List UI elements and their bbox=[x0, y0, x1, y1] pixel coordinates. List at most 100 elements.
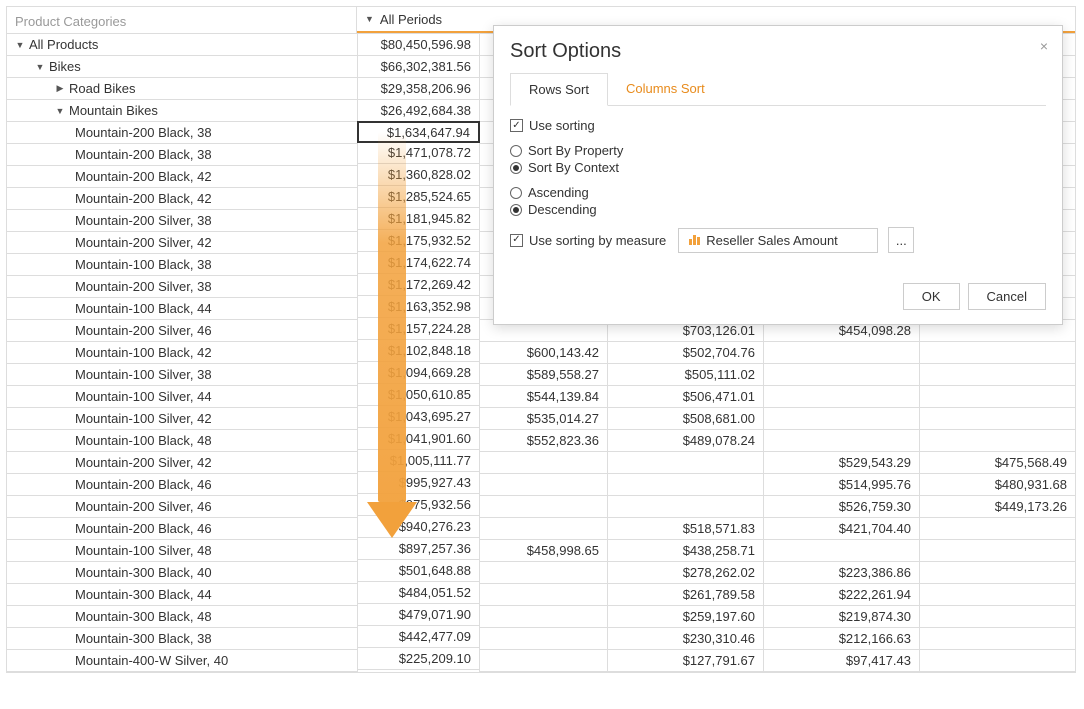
data-cell[interactable]: $480,931.68 bbox=[920, 474, 1075, 496]
data-cell[interactable] bbox=[480, 452, 607, 474]
data-cell[interactable]: $505,111.02 bbox=[608, 364, 763, 386]
data-cell[interactable] bbox=[480, 474, 607, 496]
data-cell[interactable] bbox=[480, 628, 607, 650]
data-cell[interactable]: $518,571.83 bbox=[608, 518, 763, 540]
data-cell[interactable]: $940,276.23 bbox=[358, 516, 479, 538]
chevron-down-icon[interactable]: ▼ bbox=[35, 62, 45, 72]
data-cell[interactable] bbox=[480, 496, 607, 518]
data-cell[interactable]: $489,078.24 bbox=[608, 430, 763, 452]
data-cell[interactable]: $502,704.76 bbox=[608, 342, 763, 364]
data-cell[interactable]: $26,492,684.38 bbox=[358, 100, 479, 122]
use-sorting-checkbox[interactable]: ✓ bbox=[510, 119, 523, 132]
data-cell[interactable]: $66,302,381.56 bbox=[358, 56, 479, 78]
data-cell[interactable]: $600,143.42 bbox=[480, 342, 607, 364]
row-header[interactable]: Mountain-100 Black, 48 bbox=[7, 430, 357, 452]
row-header[interactable]: Mountain-200 Black, 38 bbox=[7, 144, 357, 166]
row-header[interactable]: Mountain-100 Silver, 48 bbox=[7, 540, 357, 562]
chevron-down-icon[interactable]: ▼ bbox=[15, 40, 25, 50]
row-header[interactable]: Mountain-200 Silver, 42 bbox=[7, 232, 357, 254]
row-header[interactable]: Mountain-300 Black, 38 bbox=[7, 628, 357, 650]
data-cell[interactable] bbox=[480, 606, 607, 628]
data-cell[interactable]: $1,285,524.65 bbox=[358, 186, 479, 208]
row-header[interactable]: Mountain-100 Silver, 42 bbox=[7, 408, 357, 430]
row-header[interactable]: Mountain-200 Black, 42 bbox=[7, 188, 357, 210]
data-cell[interactable]: $975,932.56 bbox=[358, 494, 479, 516]
data-cell[interactable]: $589,558.27 bbox=[480, 364, 607, 386]
data-cell[interactable]: $421,704.40 bbox=[764, 518, 919, 540]
data-cell[interactable]: $29,358,206.96 bbox=[358, 78, 479, 100]
measure-ellipsis-button[interactable]: ... bbox=[888, 227, 914, 253]
ok-button[interactable]: OK bbox=[903, 283, 960, 310]
data-cell[interactable]: $897,257.36 bbox=[358, 538, 479, 560]
data-cell[interactable] bbox=[480, 518, 607, 540]
data-cell[interactable]: $1,005,111.77 bbox=[358, 450, 479, 472]
use-sorting-by-measure-checkbox[interactable]: ✓ bbox=[510, 234, 523, 247]
row-header[interactable]: Mountain-200 Black, 46 bbox=[7, 474, 357, 496]
data-cell[interactable]: $1,360,828.02 bbox=[358, 164, 479, 186]
row-header[interactable]: Mountain-300 Black, 40 bbox=[7, 562, 357, 584]
data-cell[interactable] bbox=[764, 430, 919, 452]
data-cell[interactable]: $475,568.49 bbox=[920, 452, 1075, 474]
data-cell[interactable]: $212,166.63 bbox=[764, 628, 919, 650]
data-cell[interactable]: $479,071.90 bbox=[358, 604, 479, 626]
data-cell[interactable]: $1,041,901.60 bbox=[358, 428, 479, 450]
data-cell[interactable]: $225,209.10 bbox=[358, 648, 479, 670]
data-cell[interactable] bbox=[608, 496, 763, 518]
data-cell[interactable] bbox=[920, 628, 1075, 650]
sort-by-property-radio[interactable] bbox=[510, 145, 522, 157]
data-cell[interactable]: $529,543.29 bbox=[764, 452, 919, 474]
row-header[interactable]: Mountain-200 Silver, 42 bbox=[7, 452, 357, 474]
row-header[interactable]: Mountain-100 Black, 44 bbox=[7, 298, 357, 320]
data-cell[interactable] bbox=[920, 562, 1075, 584]
row-header[interactable]: Mountain-200 Black, 42 bbox=[7, 166, 357, 188]
data-cell[interactable]: $552,823.36 bbox=[480, 430, 607, 452]
data-cell[interactable] bbox=[920, 584, 1075, 606]
data-cell[interactable]: $230,310.46 bbox=[608, 628, 763, 650]
data-cell[interactable]: $1,043,695.27 bbox=[358, 406, 479, 428]
data-cell[interactable] bbox=[764, 386, 919, 408]
row-header[interactable]: Mountain-200 Silver, 38 bbox=[7, 276, 357, 298]
data-cell[interactable]: $458,998.65 bbox=[480, 540, 607, 562]
data-cell[interactable]: $1,172,269.42 bbox=[358, 274, 479, 296]
data-cell[interactable] bbox=[480, 562, 607, 584]
data-cell[interactable]: $506,471.01 bbox=[608, 386, 763, 408]
data-cell[interactable]: $1,094,669.28 bbox=[358, 362, 479, 384]
data-cell[interactable]: $127,791.67 bbox=[608, 650, 763, 672]
data-cell[interactable]: $442,477.09 bbox=[358, 626, 479, 648]
data-cell[interactable]: $1,174,622.74 bbox=[358, 252, 479, 274]
data-cell[interactable] bbox=[920, 408, 1075, 430]
data-cell[interactable]: $501,648.88 bbox=[358, 560, 479, 582]
row-header[interactable]: Mountain-200 Silver, 46 bbox=[7, 320, 357, 342]
chevron-right-icon[interactable]: ▶ bbox=[55, 83, 65, 94]
data-cell[interactable] bbox=[764, 408, 919, 430]
data-cell[interactable]: $508,681.00 bbox=[608, 408, 763, 430]
data-cell[interactable] bbox=[608, 474, 763, 496]
row-header[interactable]: Mountain-100 Silver, 38 bbox=[7, 364, 357, 386]
data-cell[interactable]: $1,157,224.28 bbox=[358, 318, 479, 340]
data-cell[interactable]: $223,386.86 bbox=[764, 562, 919, 584]
data-cell[interactable] bbox=[920, 518, 1075, 540]
row-header[interactable]: ▼Mountain Bikes bbox=[7, 100, 357, 122]
data-cell[interactable]: $544,139.84 bbox=[480, 386, 607, 408]
data-cell[interactable] bbox=[608, 452, 763, 474]
data-cell[interactable]: $1,181,945.82 bbox=[358, 208, 479, 230]
data-cell[interactable] bbox=[764, 364, 919, 386]
data-cell[interactable]: $449,173.26 bbox=[920, 496, 1075, 518]
row-header[interactable]: ▼All Products bbox=[7, 34, 357, 56]
data-cell[interactable]: $80,450,596.98 bbox=[358, 34, 479, 56]
tab-columns-sort[interactable]: Columns Sort bbox=[608, 73, 723, 105]
data-cell[interactable] bbox=[920, 386, 1075, 408]
row-header[interactable]: Mountain-100 Silver, 44 bbox=[7, 386, 357, 408]
row-header[interactable]: Mountain-300 Black, 48 bbox=[7, 606, 357, 628]
data-cell[interactable]: $1,102,848.18 bbox=[358, 340, 479, 362]
data-cell[interactable]: $1,471,078.72 bbox=[358, 142, 479, 164]
row-header[interactable]: Mountain-200 Black, 38 bbox=[7, 122, 357, 144]
data-cell[interactable] bbox=[764, 342, 919, 364]
data-cell[interactable] bbox=[920, 606, 1075, 628]
row-header[interactable]: Mountain-200 Silver, 38 bbox=[7, 210, 357, 232]
data-cell[interactable]: $97,417.43 bbox=[764, 650, 919, 672]
row-header[interactable]: Mountain-200 Black, 46 bbox=[7, 518, 357, 540]
chevron-down-icon[interactable]: ▼ bbox=[55, 106, 65, 116]
data-cell[interactable]: $1,163,352.98 bbox=[358, 296, 479, 318]
close-icon[interactable]: × bbox=[1040, 38, 1048, 54]
